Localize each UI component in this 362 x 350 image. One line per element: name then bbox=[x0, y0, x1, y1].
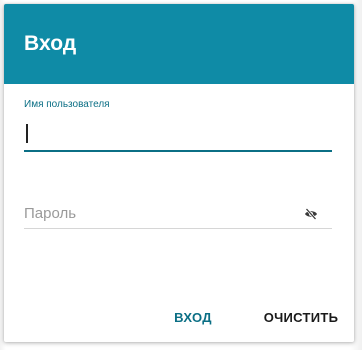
username-input[interactable] bbox=[24, 116, 332, 152]
dialog-title: Вход bbox=[24, 32, 77, 55]
clear-button[interactable]: ОЧИСТИТЬ bbox=[257, 302, 345, 332]
login-button[interactable]: ВХОД bbox=[168, 302, 218, 332]
eye-off-icon[interactable] bbox=[302, 205, 320, 223]
dialog-header: Вход bbox=[4, 4, 354, 84]
text-caret bbox=[26, 124, 28, 143]
dialog-actions: ВХОД ОЧИСТИТЬ bbox=[4, 302, 354, 332]
background: Вход Имя пользователя ВХОД ОЧИСТИТЬ bbox=[0, 0, 362, 350]
username-label: Имя пользователя bbox=[24, 99, 110, 110]
password-input[interactable] bbox=[24, 198, 332, 229]
login-dialog: Вход Имя пользователя ВХОД ОЧИСТИТЬ bbox=[4, 4, 354, 342]
